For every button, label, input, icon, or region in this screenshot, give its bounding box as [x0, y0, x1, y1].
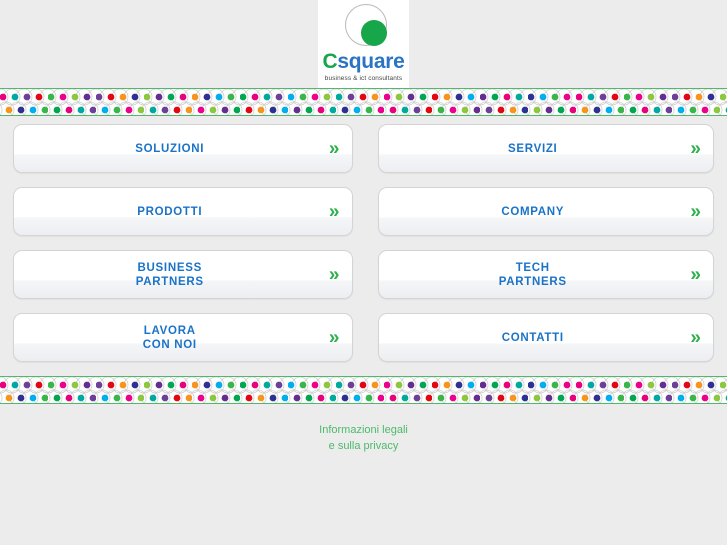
logo[interactable]: Csquare business & ict consultants — [318, 0, 409, 88]
logo-wordmark: Csquare — [322, 50, 405, 73]
main-menu: SOLUZIONI» PRODOTTI» BUSINESS PARTNERS» LAV… — [0, 116, 727, 376]
decorative-dot-tile — [699, 377, 727, 403]
decorative-dot-tile — [603, 377, 687, 403]
menu-button-company[interactable]: COMPANY » — [377, 187, 714, 236]
legal-privacy-link[interactable]: Informazioni legali e sulla privacy — [319, 422, 408, 454]
menu-button-label: SOLUZIONI — [135, 142, 205, 155]
double-chevron-right-icon: » — [690, 138, 701, 159]
menu-button-label: BUSINESS PARTNERS — [135, 261, 204, 288]
decorative-dot-tile — [27, 89, 111, 115]
menu-button-lavora-con-noi[interactable]: LAVORA CON NOI » — [13, 313, 353, 362]
decorative-dot-tile — [555, 377, 639, 403]
decorative-band-top-tiles — [0, 89, 727, 115]
decorative-dot-tile — [123, 377, 207, 403]
decorative-band-bottom — [0, 376, 727, 404]
decorative-dot-tile — [603, 89, 687, 115]
menu-button-tech-partners[interactable]: TECH PARTNERS » — [377, 250, 714, 299]
double-chevron-right-icon: » — [328, 264, 340, 285]
decorative-dot-tile — [459, 89, 543, 115]
decorative-dot-tile — [267, 89, 351, 115]
decorative-dot-tile — [171, 377, 255, 403]
logo-circle-icon — [338, 3, 390, 51]
decorative-dot-tile — [699, 89, 727, 115]
menu-button-contatti[interactable]: CONTATTI » — [377, 313, 714, 362]
menu-button-business-partners[interactable]: BUSINESS PARTNERS » — [13, 250, 353, 299]
menu-button-label: TECH PARTNERS — [498, 261, 567, 288]
decorative-dot-tile — [651, 377, 727, 403]
decorative-dot-tile — [315, 377, 399, 403]
decorative-dot-tile — [555, 89, 639, 115]
double-chevron-right-icon: » — [690, 327, 701, 348]
decorative-dot-tile — [0, 377, 63, 403]
double-chevron-right-icon: » — [328, 138, 340, 159]
logo-word-rest: square — [337, 50, 405, 73]
decorative-dot-tile — [219, 377, 303, 403]
decorative-dot-tile — [219, 89, 303, 115]
double-chevron-right-icon: » — [328, 201, 340, 222]
menu-button-label: COMPANY — [501, 205, 565, 218]
decorative-dot-tile — [363, 89, 447, 115]
decorative-dot-tile — [411, 89, 495, 115]
decorative-band-bottom-tiles — [0, 377, 727, 403]
menu-button-label: PRODOTTI — [137, 205, 203, 218]
page-header: Csquare business & ict consultants — [0, 0, 727, 88]
double-chevron-right-icon: » — [690, 201, 701, 222]
menu-button-servizi[interactable]: SERVIZI » — [377, 124, 714, 173]
menu-button-label: LAVORA CON NOI — [142, 324, 197, 351]
menu-grid: SOLUZIONI» PRODOTTI» BUSINESS PARTNERS» LAV… — [0, 124, 727, 376]
decorative-dot-tile — [411, 377, 495, 403]
decorative-dot-tile — [75, 377, 159, 403]
menu-button-label: CONTATTI — [501, 331, 564, 344]
menu-button-soluzioni[interactable]: SOLUZIONI » — [13, 124, 353, 173]
decorative-band-top — [0, 88, 727, 116]
logo-tagline: business & ict consultants — [324, 75, 403, 82]
decorative-dot-tile — [507, 89, 591, 115]
decorative-dot-tile — [507, 377, 591, 403]
decorative-dot-tile — [363, 377, 447, 403]
decorative-dot-tile — [267, 377, 351, 403]
decorative-dot-tile — [171, 89, 255, 115]
menu-button-label: SERVIZI — [508, 142, 558, 155]
decorative-dot-tile — [651, 89, 727, 115]
decorative-dot-tile — [0, 89, 63, 115]
menu-button-prodotti[interactable]: PRODOTTI » — [13, 187, 353, 236]
decorative-dot-tile — [315, 89, 399, 115]
page-footer: Informazioni legali e sulla privacy — [0, 404, 727, 454]
menu-column-left: SOLUZIONI» PRODOTTI» BUSINESS PARTNERS» LAV… — [0, 124, 364, 376]
menu-column-right: SERVIZI » COMPANY » TECH PARTNERS » CONTATTI » — [364, 124, 727, 376]
double-chevron-right-icon: » — [328, 327, 340, 348]
decorative-dot-tile — [123, 89, 207, 115]
decorative-dot-tile — [75, 89, 159, 115]
double-chevron-right-icon: » — [690, 264, 701, 285]
logo-word-first: C — [322, 50, 338, 73]
decorative-dot-tile — [27, 377, 111, 403]
decorative-dot-tile — [459, 377, 543, 403]
logo-green-dot-icon — [360, 20, 387, 46]
